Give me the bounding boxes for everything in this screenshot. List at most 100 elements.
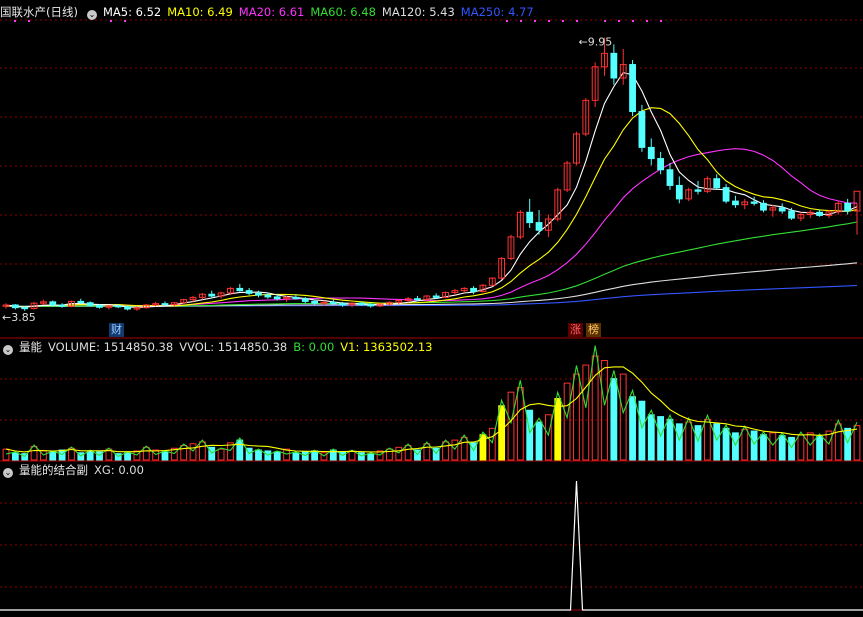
volume-bar (806, 432, 814, 461)
candlestick (301, 298, 309, 302)
volume-bar (816, 435, 823, 461)
signal-dot (124, 20, 126, 22)
volume-bar (236, 439, 244, 461)
volume-bar (49, 451, 57, 461)
candlestick (535, 222, 543, 231)
volume-bar (544, 414, 552, 461)
volume-bar (703, 418, 711, 461)
candlestick (713, 178, 721, 189)
volume-bar (591, 355, 599, 461)
candlestick (675, 184, 683, 200)
volume-bar (675, 423, 683, 461)
volume-bar (853, 425, 861, 461)
ma250-line (6, 284, 858, 307)
volume-panel-title: 量能 (19, 340, 42, 354)
volume-bar (535, 421, 543, 461)
signal-dot (632, 20, 634, 22)
volume-bar (507, 391, 515, 461)
ma10-legend: MA10: 6.49 (167, 5, 233, 19)
candlestick (311, 300, 319, 304)
signal-dot (576, 20, 578, 22)
volume-bar (2, 448, 10, 461)
volume-bar (657, 416, 665, 461)
volume-bar (161, 451, 169, 461)
b-legend: B: 0.00 (293, 340, 335, 354)
candlestick (666, 169, 674, 186)
panel-toggle-icon[interactable]: ⌄ (3, 468, 13, 478)
volume-bar (124, 452, 131, 461)
candlestick (161, 303, 169, 306)
volume-bar (778, 435, 786, 461)
candlestick (750, 201, 758, 204)
candlestick (86, 302, 94, 306)
volume-bar (526, 409, 534, 461)
limit-up-badge[interactable]: 涨 (568, 323, 583, 337)
volume-bar (573, 373, 580, 461)
volume-bar (217, 448, 225, 461)
volume-bar (834, 423, 842, 461)
volume-bar (451, 439, 459, 461)
signal-dot (534, 20, 536, 22)
volume-bar (844, 427, 852, 461)
volume-bar (460, 436, 468, 461)
candlestick (778, 207, 786, 212)
candlestick (320, 301, 328, 304)
volume-bar (769, 432, 777, 461)
candlestick (11, 304, 19, 309)
volume-bar (180, 445, 188, 461)
settings-circle-icon[interactable]: ⌄ (86, 10, 97, 20)
volume-bar (423, 443, 431, 461)
xg-panel-title: 量能的结合副 (19, 463, 88, 477)
candlestick (722, 187, 730, 202)
volume-bar (788, 436, 795, 461)
xg-panel-header: ⌄ 量能的结合副 XG: 0.00 (0, 462, 150, 478)
signal-dot (520, 20, 522, 22)
volume-bar (273, 451, 281, 461)
candlestick (264, 294, 272, 298)
volume-bar (516, 387, 524, 461)
candlestick (657, 158, 665, 171)
volume-bar (142, 446, 150, 461)
signal-dot (548, 20, 550, 22)
volume-bar (685, 421, 693, 461)
volume-bar (694, 425, 702, 461)
volume-bar (741, 428, 749, 461)
candlestick (236, 287, 244, 292)
candlestick (760, 202, 767, 211)
vvol-legend: VVOL: 1514850.38 (179, 340, 288, 354)
candlestick (124, 306, 131, 310)
candlestick (21, 307, 29, 310)
volume-bar (367, 453, 375, 461)
candlestick (245, 290, 253, 294)
volume-bar (629, 396, 636, 461)
volume-bar (750, 430, 758, 461)
candlestick (77, 300, 85, 304)
ma250-legend: MA250: 4.77 (460, 5, 534, 19)
volume-bar (189, 443, 197, 461)
panel-toggle-icon[interactable]: ⌄ (3, 345, 13, 355)
volume-bar (292, 452, 300, 461)
ranking-badge[interactable]: 榜 (586, 323, 601, 337)
finance-badge[interactable]: 财 (109, 323, 124, 337)
volume-bar (601, 360, 608, 461)
volume-legend: VOLUME: 1514850.38 (48, 340, 174, 354)
volume-bar (554, 398, 562, 461)
candlestick (273, 296, 281, 300)
volume-bar (498, 405, 506, 461)
ma20-line (5, 148, 858, 308)
stock-chart[interactable]: ←9.95 ←3.85 (0, 0, 863, 617)
candlestick (367, 304, 375, 307)
ma60-legend: MA60: 6.48 (310, 5, 376, 19)
candlestick (329, 301, 337, 305)
v1-legend: V1: 1363502.13 (340, 340, 433, 354)
volume-bar (395, 446, 403, 461)
signal-dot (660, 20, 662, 22)
xg-legend: XG: 0.00 (94, 463, 144, 477)
high-price-label: ←9.95 (579, 36, 613, 49)
candlestick (526, 211, 534, 224)
candlestick (732, 200, 739, 206)
volume-bar (760, 434, 767, 461)
signal-dot (604, 20, 606, 22)
volume-bar (619, 373, 627, 461)
candlestick (255, 292, 262, 296)
